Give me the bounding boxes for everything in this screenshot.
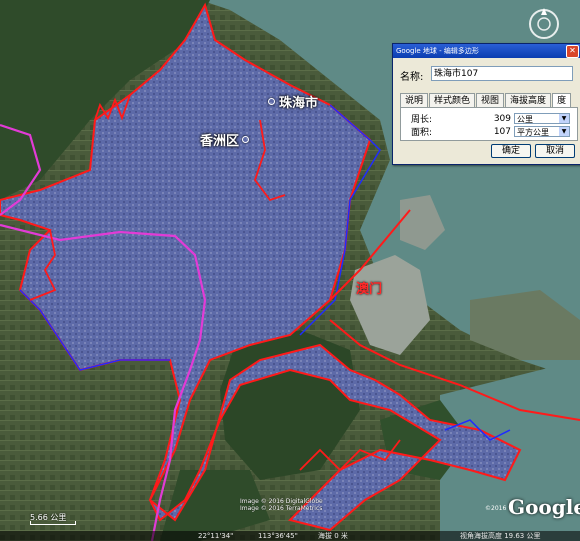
compass-icon[interactable] bbox=[526, 6, 562, 42]
tab-1[interactable]: 样式颜色 bbox=[429, 93, 476, 108]
dialog-tabs: 说明 样式颜色 视图 海拔高度度 bbox=[400, 93, 572, 108]
tab-3[interactable]: 海拔高度 bbox=[505, 93, 552, 108]
longitude-readout: 113°36'45" bbox=[258, 532, 298, 540]
credit-line: Image © 2016 TerraMetrics bbox=[240, 505, 323, 512]
cancel-button[interactable]: 取消 bbox=[535, 144, 575, 158]
google-year: ©2016 bbox=[485, 505, 507, 512]
chevron-down-icon: ▼ bbox=[559, 114, 569, 123]
credit-line: Image © 2016 DigitalGlobe bbox=[240, 498, 323, 505]
scale-bar bbox=[30, 521, 76, 525]
place-dot-icon bbox=[242, 136, 250, 143]
place-label-xiangzhou[interactable]: 香洲区 bbox=[200, 130, 253, 149]
latitude-readout: 22°11'34" bbox=[198, 532, 234, 540]
close-icon[interactable]: ✕ bbox=[566, 45, 579, 58]
area-value: 107 bbox=[493, 126, 511, 137]
google-logo: Google bbox=[508, 495, 580, 519]
dialog-titlebar[interactable]: Google 地球 - 编辑多边形 ✕ bbox=[393, 44, 580, 58]
eye-altitude-readout: 视角海拔高度 19.63 公里 bbox=[460, 532, 541, 540]
place-label-zhuhai[interactable]: 珠海市 bbox=[268, 92, 318, 111]
place-name: 珠海市 bbox=[279, 96, 319, 111]
status-bar: 22°11'34" 113°36'45" 海拔 0 米 视角海拔高度 19.63… bbox=[0, 531, 580, 541]
tab-4[interactable]: 度 bbox=[552, 93, 572, 108]
place-name: 香洲区 bbox=[200, 134, 240, 149]
name-label: 名称: bbox=[400, 72, 424, 83]
edit-polygon-dialog: Google 地球 - 编辑多边形 ✕ 名称: 珠海市107 说明 样式颜色 视图海… bbox=[392, 43, 580, 165]
place-dot-icon bbox=[268, 98, 275, 105]
area-row: 面积: 107 平方公里 ▼ bbox=[407, 125, 570, 138]
measurements-panel: 周长: 309 公里 ▼ 面积: 107 平方公里 ▼ bbox=[400, 107, 578, 141]
dialog-title: Google 地球 - 编辑多边形 bbox=[396, 47, 479, 55]
perimeter-label: 周长: bbox=[411, 115, 433, 125]
perimeter-unit-select[interactable]: 公里 ▼ bbox=[514, 113, 570, 124]
area-unit: 平方公里 bbox=[517, 128, 549, 137]
elevation-readout: 海拔 0 米 bbox=[318, 532, 348, 540]
area-unit-select[interactable]: 平方公里 ▼ bbox=[514, 126, 570, 137]
imagery-credits: Image © 2016 DigitalGlobe Image © 2016 T… bbox=[240, 498, 323, 512]
ok-button[interactable]: 确定 bbox=[491, 144, 531, 158]
map-viewport[interactable]: 珠海市 香洲区 澳门 Google 地球 - 编辑多边形 ✕ 名称: 珠海市10… bbox=[0, 0, 580, 541]
perimeter-value: 309 bbox=[493, 113, 511, 124]
area-label: 面积: bbox=[411, 128, 433, 138]
place-name: 澳门 bbox=[356, 282, 383, 297]
name-input[interactable]: 珠海市107 bbox=[431, 66, 573, 81]
tab-2[interactable]: 视图 bbox=[476, 93, 505, 108]
chevron-down-icon: ▼ bbox=[559, 127, 569, 136]
perimeter-unit: 公里 bbox=[517, 115, 533, 124]
place-label-macau[interactable]: 澳门 bbox=[356, 278, 382, 297]
perimeter-row: 周长: 309 公里 ▼ bbox=[407, 112, 570, 125]
tab-0[interactable]: 说明 bbox=[400, 93, 429, 108]
